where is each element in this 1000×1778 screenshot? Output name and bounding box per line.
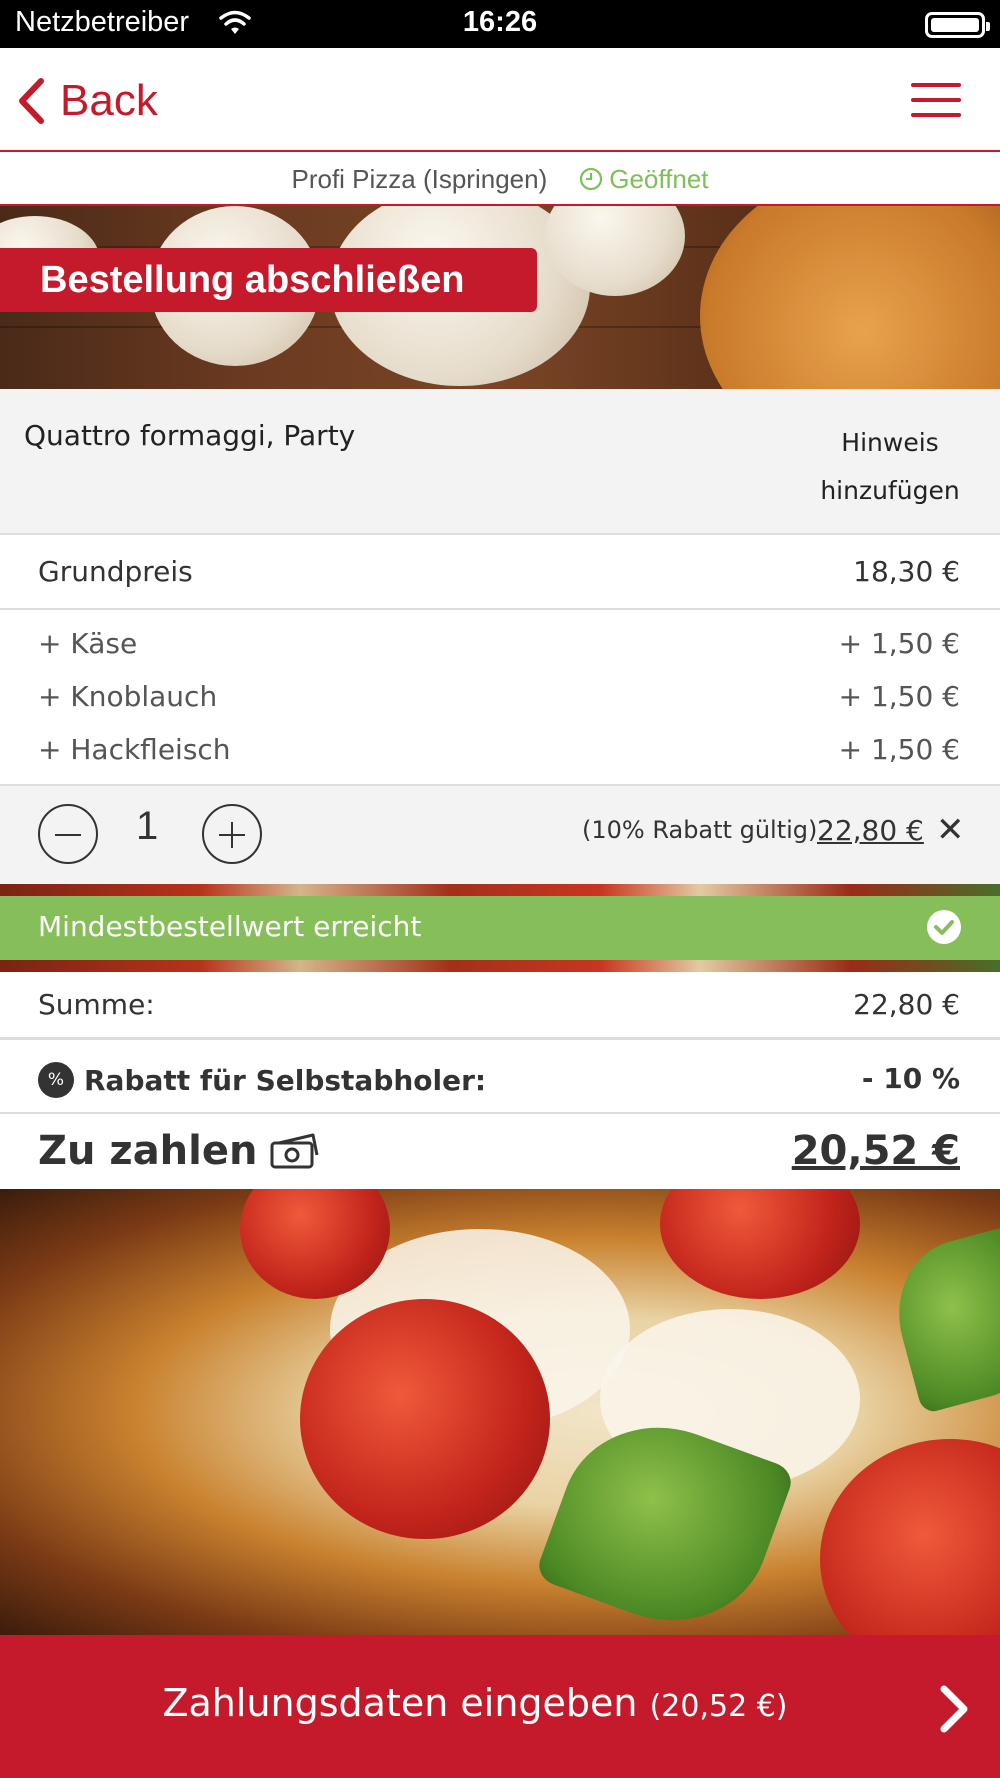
add-note-button[interactable]: Hinweis hinzufügen [790, 419, 990, 515]
quantity-bar: 1 (10% Rabatt gültig) 22,80 € ✕ [0, 786, 1000, 884]
extras-list: + Käse + 1,50 € + Knoblauch + 1,50 € + H… [0, 610, 1000, 786]
extra-price: + 1,50 € [838, 680, 960, 713]
discount-value: - 10 % [861, 1062, 960, 1095]
chevron-right-icon [940, 1685, 968, 1733]
decrease-quantity-button[interactable] [38, 804, 98, 864]
to-pay-label-group: Zu zahlen [38, 1128, 321, 1174]
extra-price: + 1,50 € [838, 627, 960, 660]
opening-status-label: Geöffnet [609, 163, 709, 194]
min-order-text: Mindestbestellwert erreicht [38, 910, 422, 943]
navigation-bar: Back [0, 48, 1000, 152]
cta-label-group: Zahlungsdaten eingeben (20,52 €) [0, 1681, 950, 1725]
back-button[interactable]: Back [16, 76, 158, 125]
hamburger-menu-icon[interactable] [911, 83, 961, 119]
extra-label: + Hackfleisch [38, 733, 231, 766]
quantity-value: 1 [136, 804, 159, 848]
pizza-image [0, 1189, 1000, 1635]
percent-badge-icon: % [38, 1062, 74, 1098]
clock-icon [580, 167, 603, 191]
extra-price: + 1,50 € [838, 733, 960, 766]
check-circle-icon [927, 910, 961, 944]
clock: 16:26 [462, 6, 538, 38]
base-price-label: Grundpreis [38, 555, 193, 588]
restaurant-bar: Profi Pizza (Ispringen) Geöffnet [0, 154, 1000, 206]
sum-row: Summe: 22,80 € [0, 972, 1000, 1040]
restaurant-name: Profi Pizza (Ispringen) [291, 163, 548, 194]
cta-label: Zahlungsdaten eingeben [162, 1681, 638, 1725]
back-label: Back [60, 76, 158, 125]
product-name: Quattro formaggi, Party [24, 419, 356, 452]
sum-value: 22,80 € [853, 988, 960, 1021]
cash-icon [270, 1133, 319, 1169]
to-pay-value: 20,52 € [791, 1128, 960, 1174]
chevron-left-icon [19, 78, 44, 124]
to-pay-row: Zu zahlen 20,52 € [0, 1114, 1000, 1189]
opening-status: Geöffnet [579, 163, 709, 195]
to-pay-label: Zu zahlen [38, 1128, 258, 1174]
discount-label-group: % Rabatt für Selbstabholer: [38, 1062, 486, 1098]
min-order-banner: Mindestbestellwert erreicht [0, 896, 1000, 960]
extra-label: + Käse [38, 627, 138, 660]
base-price-value: 18,30 € [853, 555, 960, 588]
discount-label: Rabatt für Selbstabholer: [84, 1063, 487, 1097]
base-price-row: Grundpreis 18,30 € [0, 535, 1000, 610]
sum-label: Summe: [38, 988, 155, 1021]
remove-item-icon[interactable]: ✕ [936, 810, 965, 850]
discount-row: % Rabatt für Selbstabholer: - 10 % [0, 1042, 1000, 1114]
discount-note: (10% Rabatt gültig) [582, 816, 818, 844]
battery-icon [925, 12, 990, 38]
product-header: Quattro formaggi, Party Hinweis hinzufüg… [0, 389, 1000, 535]
enter-payment-button[interactable]: Zahlungsdaten eingeben (20,52 €) [0, 1635, 1000, 1778]
page-title: Bestellung abschließen [0, 248, 537, 312]
extra-label: + Knoblauch [38, 680, 218, 713]
status-bar: Netzbetreiber 16:26 [0, 0, 1000, 48]
increase-quantity-button[interactable] [202, 804, 262, 864]
hero-banner: Bestellung abschließen [0, 206, 1000, 389]
item-total-price[interactable]: 22,80 € [817, 814, 924, 847]
cta-amount: (20,52 €) [649, 1689, 788, 1724]
